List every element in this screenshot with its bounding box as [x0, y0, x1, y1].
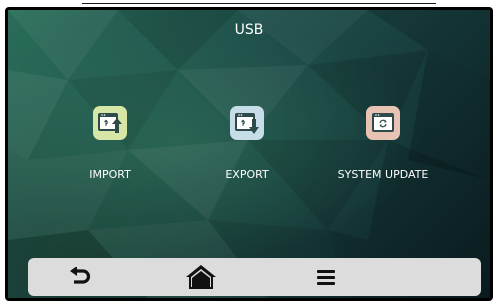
bottom-nav-bar	[28, 258, 481, 296]
background-pattern	[8, 10, 490, 298]
export-label: EXPORT	[225, 168, 269, 181]
export-tile[interactable]	[230, 106, 264, 140]
import-tile[interactable]	[93, 106, 127, 140]
home-button[interactable]	[181, 262, 221, 292]
back-arrow-icon	[70, 267, 91, 284]
menu-button[interactable]	[306, 262, 346, 292]
system-update-label: SYSTEM UPDATE	[337, 168, 429, 181]
back-button[interactable]	[60, 262, 100, 292]
import-label: IMPORT	[89, 168, 131, 181]
top-divider	[82, 3, 436, 4]
home-icon	[186, 265, 216, 289]
system-update-tile[interactable]	[366, 106, 400, 140]
page-title: USB	[234, 22, 264, 38]
usb-export-icon	[235, 113, 259, 134]
usb-import-icon	[98, 113, 122, 133]
menu-icon	[317, 270, 335, 285]
usb-screen: USB IMPORT EXPORT SYSTEM UPDATE	[8, 10, 490, 298]
system-update-icon	[372, 113, 394, 132]
